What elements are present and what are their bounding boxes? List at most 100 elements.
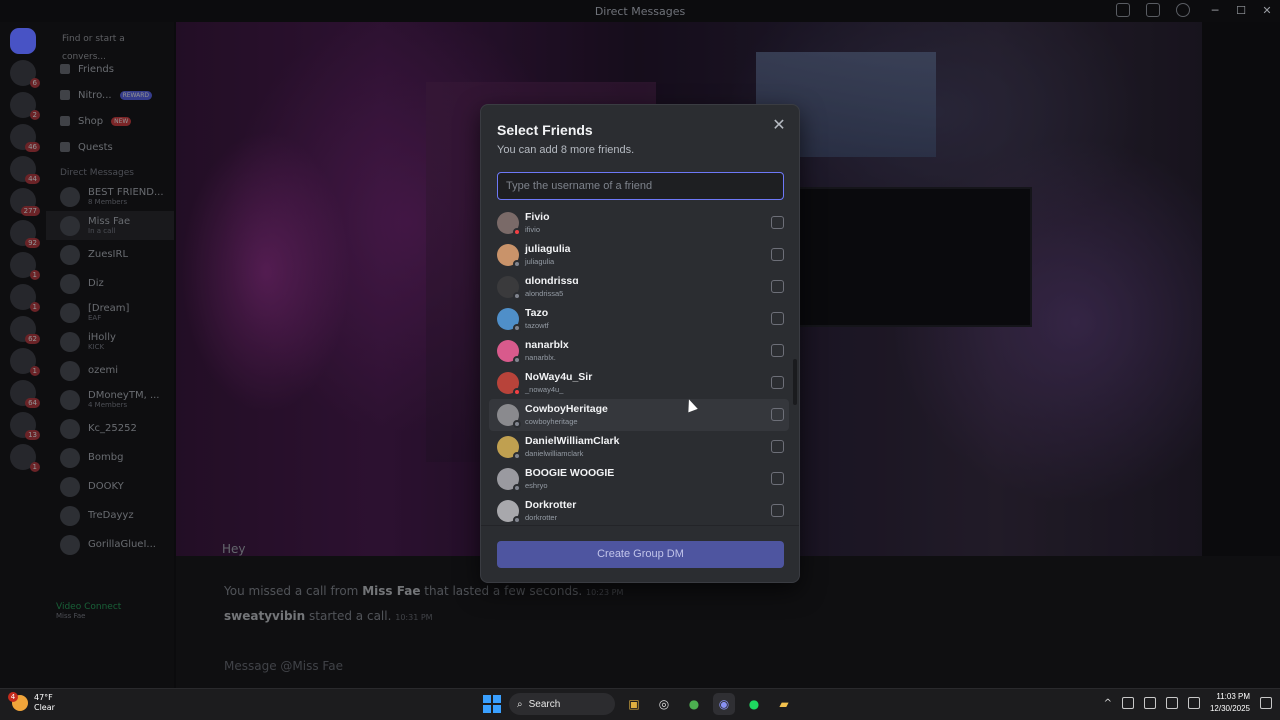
- friend-row[interactable]: BOOGIE WOOGIE eshryo: [489, 463, 789, 495]
- dm-item[interactable]: [Dream] EAF: [46, 298, 174, 327]
- dm-item[interactable]: DMoneyTM, ... 4 Members: [46, 385, 174, 414]
- chevron-up-icon[interactable]: ^: [1104, 698, 1112, 709]
- find-conversation-input[interactable]: Find or start a convers...: [54, 30, 166, 62]
- dm-item[interactable]: Kc_25252: [46, 414, 174, 443]
- mention-badge: 44: [25, 174, 40, 184]
- dm-name: Diz: [88, 278, 104, 289]
- server-icon[interactable]: 277: [10, 188, 40, 216]
- avatar[interactable]: [60, 653, 78, 671]
- windows-start-icon[interactable]: [483, 695, 501, 713]
- create-group-dm-button[interactable]: Create Group DM: [497, 541, 784, 568]
- friend-checkbox[interactable]: [771, 312, 784, 325]
- friend-row[interactable]: nanarblx nanarblx.: [489, 335, 789, 367]
- server-icon[interactable]: 1: [10, 348, 40, 376]
- dm-item[interactable]: Diz: [46, 269, 174, 298]
- dm-name: iHolly: [88, 332, 116, 343]
- server-icon[interactable]: 2: [10, 92, 40, 120]
- maximize-button[interactable]: ☐: [1228, 0, 1254, 22]
- friend-row[interactable]: DanielWilliamClark danielwilliamclark: [489, 431, 789, 463]
- notification-icon[interactable]: [1260, 697, 1272, 709]
- friend-row[interactable]: Dorkrotter dorkrotter: [489, 495, 789, 525]
- server-icon[interactable]: 1: [10, 284, 40, 312]
- discord-home-icon[interactable]: [10, 28, 36, 54]
- weather-desc: Clear: [34, 703, 55, 712]
- friend-row[interactable]: CowboyHeritage cowboyheritage: [489, 399, 789, 431]
- battery-icon[interactable]: [1187, 697, 1200, 709]
- scrollbar-thumb[interactable]: [793, 359, 797, 405]
- status-indicator: [513, 292, 521, 300]
- message-author[interactable]: Miss Fae: [362, 584, 420, 598]
- dm-item[interactable]: TreDayyz: [46, 501, 174, 530]
- dm-list: BEST FRIEND... 8 Members Miss Fae In a call…: [46, 182, 174, 559]
- friend-row[interactable]: juliagulia juliagulia: [489, 239, 789, 271]
- obs-icon[interactable]: ◎: [653, 693, 675, 715]
- close-window-button[interactable]: ✕: [1254, 0, 1280, 22]
- friend-checkbox[interactable]: [771, 440, 784, 453]
- help-icon[interactable]: [1176, 3, 1190, 17]
- screen-icon[interactable]: [1146, 3, 1160, 17]
- dm-name: BEST FRIEND...: [88, 187, 164, 198]
- message-author[interactable]: sweatyvibin: [224, 609, 305, 623]
- spotify-icon[interactable]: ●: [743, 693, 765, 715]
- dm-name: [Dream]: [88, 303, 130, 314]
- server-icon[interactable]: 64: [10, 380, 40, 408]
- dm-item[interactable]: ZuesIRL: [46, 240, 174, 269]
- server-icon[interactable]: 1: [10, 252, 40, 280]
- dm-name: ZuesIRL: [88, 249, 129, 260]
- dm-item[interactable]: Bombg: [46, 443, 174, 472]
- friend-checkbox[interactable]: [771, 504, 784, 517]
- server-icon[interactable]: 46: [10, 124, 40, 152]
- file-explorer-icon[interactable]: ▰: [773, 693, 795, 715]
- mic-icon[interactable]: [1121, 697, 1134, 709]
- friend-checkbox[interactable]: [771, 216, 784, 229]
- dm-item[interactable]: ozemi: [46, 356, 174, 385]
- friend-checkbox[interactable]: [771, 344, 784, 357]
- message-time: 10:23 PM: [586, 588, 624, 597]
- mention-badge: 13: [25, 430, 40, 440]
- server-icon[interactable]: 62: [10, 316, 40, 344]
- friend-checkbox[interactable]: [771, 376, 784, 389]
- avatar: [497, 276, 521, 300]
- server-icon[interactable]: 92: [10, 220, 40, 248]
- dm-sub: 8 Members: [88, 198, 128, 206]
- dm-item[interactable]: GorillaGlueI...: [46, 530, 174, 559]
- widgets-icon[interactable]: ▣: [623, 693, 645, 715]
- weather-temp: 47°F: [34, 693, 53, 702]
- friend-list-scrollbar[interactable]: [793, 209, 797, 525]
- volume-icon[interactable]: [1165, 697, 1178, 709]
- taskbar-search[interactable]: ⌕ Search: [509, 693, 615, 715]
- sidebar-item-quests[interactable]: Quests: [46, 134, 174, 160]
- minimize-button[interactable]: ─: [1202, 0, 1228, 22]
- dm-item[interactable]: iHolly KICK: [46, 327, 174, 356]
- dm-item[interactable]: Miss Fae In a call: [46, 211, 174, 240]
- friend-display-name: DanielWilliamClark: [525, 435, 620, 447]
- clock[interactable]: 11:03 PM 12/30/2025: [1210, 691, 1250, 715]
- friend-checkbox[interactable]: [771, 280, 784, 293]
- friend-checkbox[interactable]: [771, 408, 784, 421]
- friend-checkbox[interactable]: [771, 248, 784, 261]
- friend-row[interactable]: Tazo tazowtf: [489, 303, 789, 335]
- sidebar-item-nitro[interactable]: Nitro... REWARD: [46, 82, 174, 108]
- dm-item[interactable]: DOOKY: [46, 472, 174, 501]
- server-icon[interactable]: 6: [10, 60, 40, 88]
- server-icon[interactable]: 13: [10, 412, 40, 440]
- server-icon[interactable]: 44: [10, 156, 40, 184]
- friend-checkbox[interactable]: [771, 472, 784, 485]
- close-icon[interactable]: ✕: [769, 115, 789, 135]
- chrome-icon[interactable]: ●: [683, 693, 705, 715]
- friend-search-input[interactable]: [497, 172, 784, 200]
- sidebar-item-shop[interactable]: Shop NEW: [46, 108, 174, 134]
- dm-item[interactable]: BEST FRIEND... 8 Members: [46, 182, 174, 211]
- message-input[interactable]: Message @Miss Fae: [190, 654, 1270, 678]
- weather-widget[interactable]: 4 47°F Clear: [8, 692, 55, 713]
- discord-taskbar-icon[interactable]: ◉: [713, 693, 735, 715]
- friend-row[interactable]: ɑlondrissɑ alondrissa5: [489, 271, 789, 303]
- friend-row[interactable]: Fivio ifivio: [489, 207, 789, 239]
- friend-display-name: Fivio: [525, 211, 550, 223]
- server-icon[interactable]: 1: [10, 444, 40, 472]
- display-icon[interactable]: [1143, 697, 1156, 709]
- friend-row[interactable]: NoWay4u_Sir _noway4u_: [489, 367, 789, 399]
- friend-display-name: BOOGIE WOOGIE: [525, 467, 615, 479]
- user-panel: [46, 650, 174, 674]
- inbox-icon[interactable]: [1116, 3, 1130, 17]
